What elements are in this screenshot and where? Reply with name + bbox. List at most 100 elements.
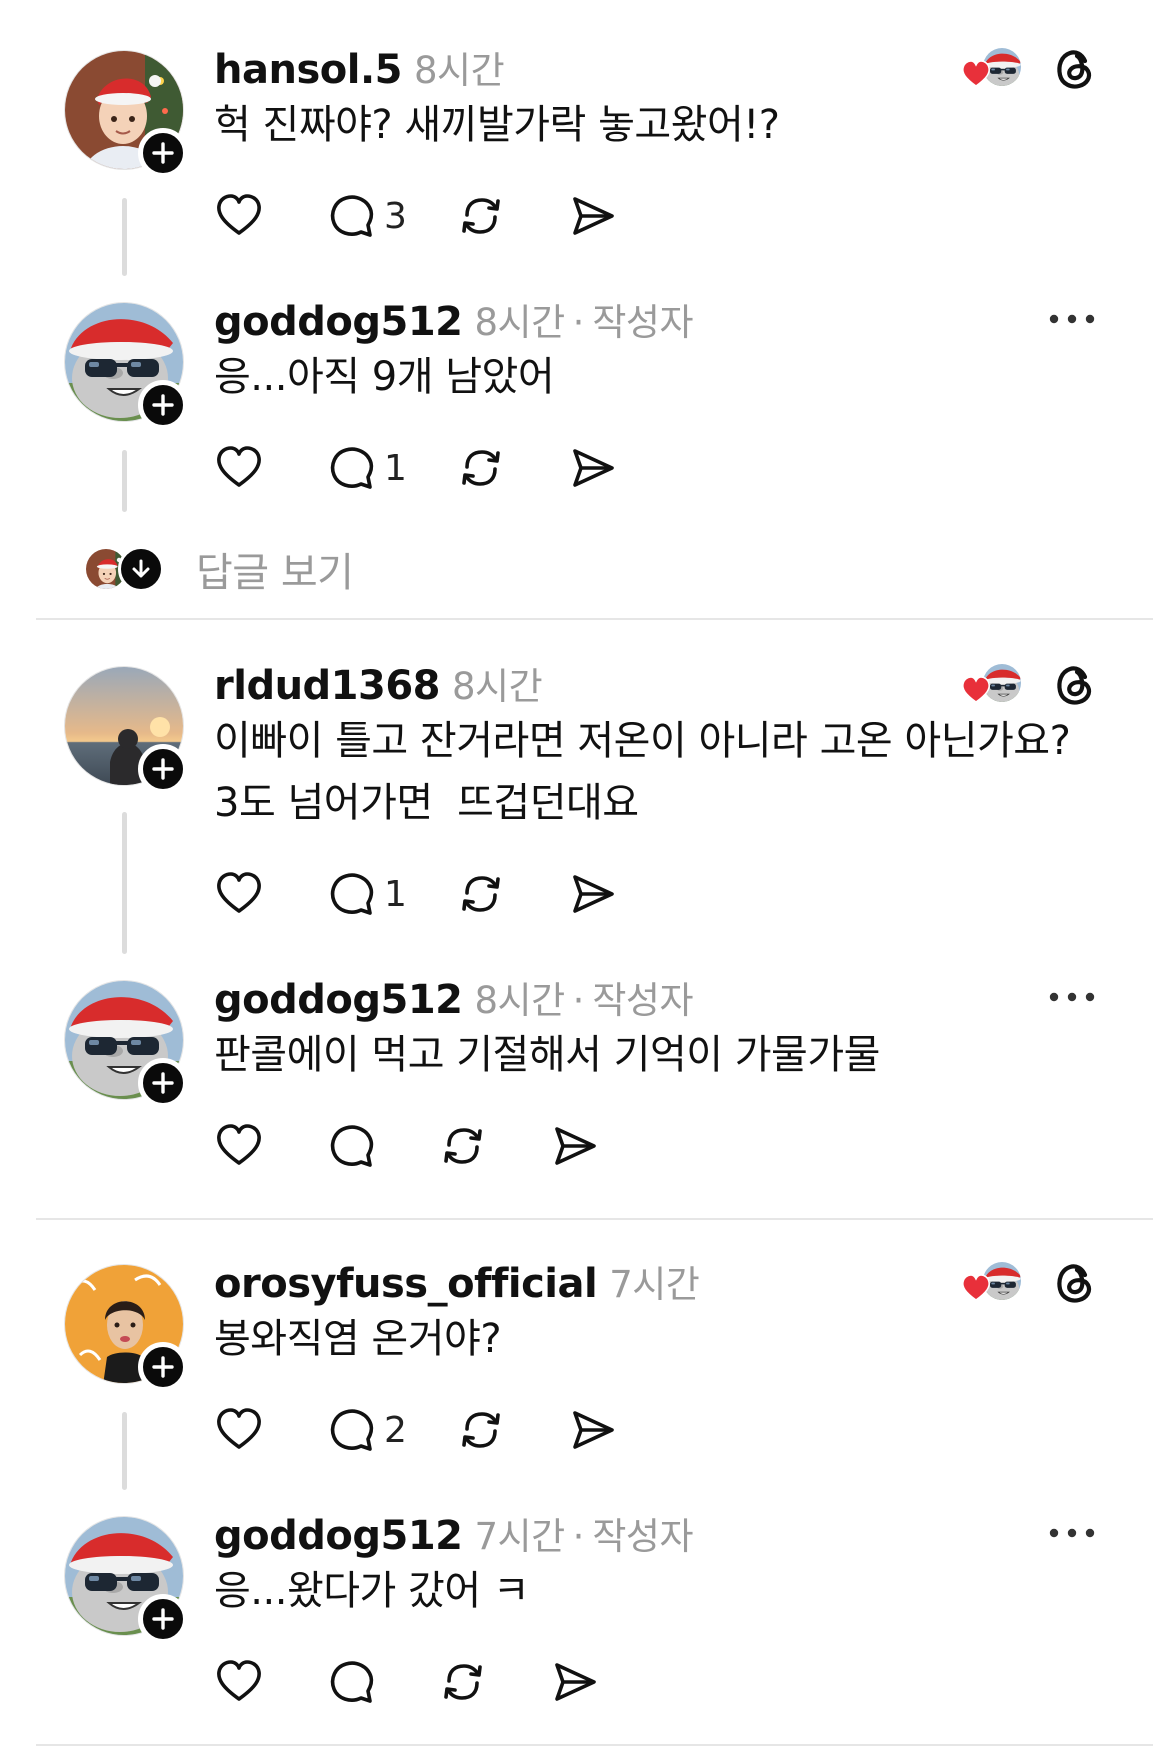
heart-icon bbox=[214, 869, 264, 919]
share-button[interactable] bbox=[568, 438, 638, 498]
separator-dot: · bbox=[572, 301, 585, 344]
timestamp: 8시간 bbox=[452, 665, 543, 708]
plus-icon bbox=[152, 142, 174, 164]
post-text: 봉와직염 온거야? bbox=[214, 1316, 502, 1362]
liked-by-author-indicator bbox=[951, 1258, 1023, 1306]
timestamp: 8시간 bbox=[413, 49, 505, 92]
comment-button[interactable]: 2 bbox=[326, 1400, 456, 1460]
divider bbox=[36, 1744, 1153, 1746]
repost-button[interactable] bbox=[438, 1652, 550, 1712]
send-icon bbox=[550, 1121, 600, 1171]
comment-count: 3 bbox=[384, 195, 407, 237]
share-button[interactable] bbox=[568, 864, 638, 924]
repost-icon bbox=[456, 191, 506, 241]
view-replies-label: 답글 보기 bbox=[196, 550, 354, 596]
like-button[interactable] bbox=[214, 1116, 326, 1176]
liked-by-author-indicator bbox=[951, 44, 1023, 92]
share-button[interactable] bbox=[550, 1116, 620, 1176]
repost-icon bbox=[456, 1405, 506, 1455]
avatar[interactable] bbox=[64, 980, 188, 1108]
username[interactable]: hansol.5 bbox=[214, 47, 402, 93]
post-text: 판콜에이 먹고 기절해서 기억이 가물가물 bbox=[214, 1032, 880, 1078]
action-bar: 3 bbox=[214, 186, 638, 246]
comment-button[interactable]: 1 bbox=[326, 438, 456, 498]
comment-button[interactable] bbox=[326, 1652, 438, 1712]
comment-icon bbox=[326, 1405, 376, 1455]
heart-icon bbox=[214, 191, 264, 241]
plus-icon bbox=[152, 1608, 174, 1630]
comment-icon bbox=[326, 1657, 376, 1707]
view-replies-button[interactable]: 답글 보기 bbox=[84, 540, 354, 598]
avatar[interactable] bbox=[64, 666, 188, 794]
thread-connector bbox=[122, 450, 127, 512]
like-button[interactable] bbox=[214, 186, 326, 246]
threads-logo-icon[interactable] bbox=[1051, 1258, 1099, 1306]
heart-icon bbox=[214, 1405, 264, 1455]
repost-button[interactable] bbox=[456, 864, 568, 924]
timestamp: 8시간 bbox=[474, 979, 566, 1022]
comment-button[interactable]: 1 bbox=[326, 864, 456, 924]
action-bar bbox=[214, 1652, 620, 1712]
more-options-icon[interactable] bbox=[1047, 1526, 1097, 1540]
comment-icon bbox=[326, 1121, 376, 1171]
more-options-icon[interactable] bbox=[1047, 312, 1097, 326]
heart-icon bbox=[214, 443, 264, 493]
avatar[interactable] bbox=[64, 1516, 188, 1644]
threads-logo-icon[interactable] bbox=[1051, 660, 1099, 708]
send-icon bbox=[568, 1405, 618, 1455]
comment-count: 1 bbox=[384, 447, 407, 489]
share-button[interactable] bbox=[568, 186, 638, 246]
like-button[interactable] bbox=[214, 438, 326, 498]
username[interactable]: orosyfuss_official bbox=[214, 1261, 598, 1307]
repost-button[interactable] bbox=[456, 186, 568, 246]
repost-icon bbox=[456, 443, 506, 493]
send-icon bbox=[550, 1657, 600, 1707]
post-text-line: 이빠이 틀고 잔거라면 저온이 아니라 고온 아닌가요? bbox=[214, 718, 1071, 764]
follow-plus-button[interactable] bbox=[138, 744, 188, 794]
action-bar bbox=[214, 1116, 620, 1176]
share-button[interactable] bbox=[568, 1400, 638, 1460]
post-text-line: 3도 넘어가면 뜨겁던대요 bbox=[214, 780, 639, 826]
avatar[interactable] bbox=[64, 302, 188, 430]
separator-dot: · bbox=[572, 1515, 585, 1558]
threads-logo-icon[interactable] bbox=[1051, 44, 1099, 92]
repost-icon bbox=[456, 869, 506, 919]
avatar[interactable] bbox=[64, 50, 188, 178]
arrow-down-icon bbox=[118, 546, 164, 592]
like-button[interactable] bbox=[214, 864, 326, 924]
follow-plus-button[interactable] bbox=[138, 1058, 188, 1108]
username[interactable]: goddog512 bbox=[214, 299, 463, 345]
follow-plus-button[interactable] bbox=[138, 128, 188, 178]
username[interactable]: goddog512 bbox=[214, 1513, 463, 1559]
comment-button[interactable]: 3 bbox=[326, 186, 456, 246]
more-options-icon[interactable] bbox=[1047, 990, 1097, 1004]
share-button[interactable] bbox=[550, 1652, 620, 1712]
send-icon bbox=[568, 869, 618, 919]
author-tag: 작성자 bbox=[592, 979, 694, 1022]
repost-button[interactable] bbox=[438, 1116, 550, 1176]
comment-icon bbox=[326, 443, 376, 493]
repost-icon bbox=[438, 1121, 488, 1171]
repost-button[interactable] bbox=[456, 438, 568, 498]
comment-button[interactable] bbox=[326, 1116, 438, 1176]
username[interactable]: goddog512 bbox=[214, 977, 463, 1023]
action-bar: 2 bbox=[214, 1400, 638, 1460]
username[interactable]: rldud1368 bbox=[214, 663, 441, 709]
heart-icon bbox=[214, 1121, 264, 1171]
like-button[interactable] bbox=[214, 1652, 326, 1712]
author-tag: 작성자 bbox=[592, 301, 694, 344]
thread-connector bbox=[122, 198, 127, 276]
follow-plus-button[interactable] bbox=[138, 1594, 188, 1644]
heart-filled-icon bbox=[961, 1274, 991, 1302]
heart-icon bbox=[214, 1657, 264, 1707]
follow-plus-button[interactable] bbox=[138, 1342, 188, 1392]
timestamp: 7시간 bbox=[609, 1263, 700, 1306]
post-text: 헉 진짜야? 새끼발가락 놓고왔어!? bbox=[214, 102, 780, 148]
repost-button[interactable] bbox=[456, 1400, 568, 1460]
follow-plus-button[interactable] bbox=[138, 380, 188, 430]
heart-filled-icon bbox=[961, 676, 991, 704]
like-button[interactable] bbox=[214, 1400, 326, 1460]
separator-dot: · bbox=[572, 979, 585, 1022]
avatar[interactable] bbox=[64, 1264, 188, 1392]
plus-icon bbox=[152, 1356, 174, 1378]
